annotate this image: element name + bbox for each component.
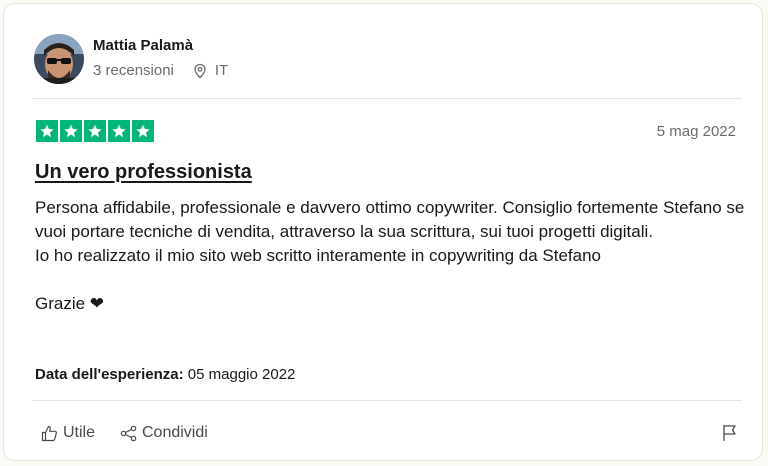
review-card: Mattia Palamà 3 recensioni IT 5 mag 2022…	[3, 3, 763, 461]
star-icon	[108, 120, 130, 142]
review-paragraph: Io ho realizzato il mio sito web scritto…	[35, 246, 601, 265]
review-date: 5 mag 2022	[656, 123, 736, 140]
reviewer-name[interactable]: Mattia Palamà	[93, 37, 193, 54]
share-icon	[120, 425, 137, 441]
map-pin-icon	[194, 63, 206, 78]
avatar[interactable]	[34, 34, 84, 84]
divider	[32, 400, 742, 401]
review-paragraph: Persona affidabile, professionale e davv…	[35, 198, 745, 241]
experience-value: 05 maggio 2022	[187, 366, 296, 383]
reviews-count: 3 recensioni	[93, 62, 174, 79]
experience-date: Data dell'esperienza: 05 maggio 2022	[35, 366, 295, 383]
star-icon	[84, 120, 106, 142]
thumbs-up-icon	[41, 425, 57, 441]
star-icon	[132, 120, 154, 142]
review-title[interactable]: Un vero professionista	[35, 161, 252, 184]
star-icon	[36, 120, 58, 142]
experience-label: Data dell'esperienza:	[35, 366, 184, 383]
useful-button[interactable]: Utile	[41, 424, 95, 442]
share-button[interactable]: Condividi	[120, 424, 208, 442]
star-icon	[60, 120, 82, 142]
review-body: Persona affidabile, professionale e davv…	[35, 196, 745, 316]
reviewer-country: IT	[214, 62, 229, 79]
star-rating	[36, 120, 154, 142]
flag-icon[interactable]	[720, 423, 740, 443]
useful-label: Utile	[63, 424, 96, 441]
reviewer-meta: 3 recensioni IT	[93, 62, 228, 79]
share-label: Condividi	[142, 424, 208, 441]
divider	[32, 98, 742, 99]
review-paragraph: Grazie ❤	[35, 294, 105, 313]
